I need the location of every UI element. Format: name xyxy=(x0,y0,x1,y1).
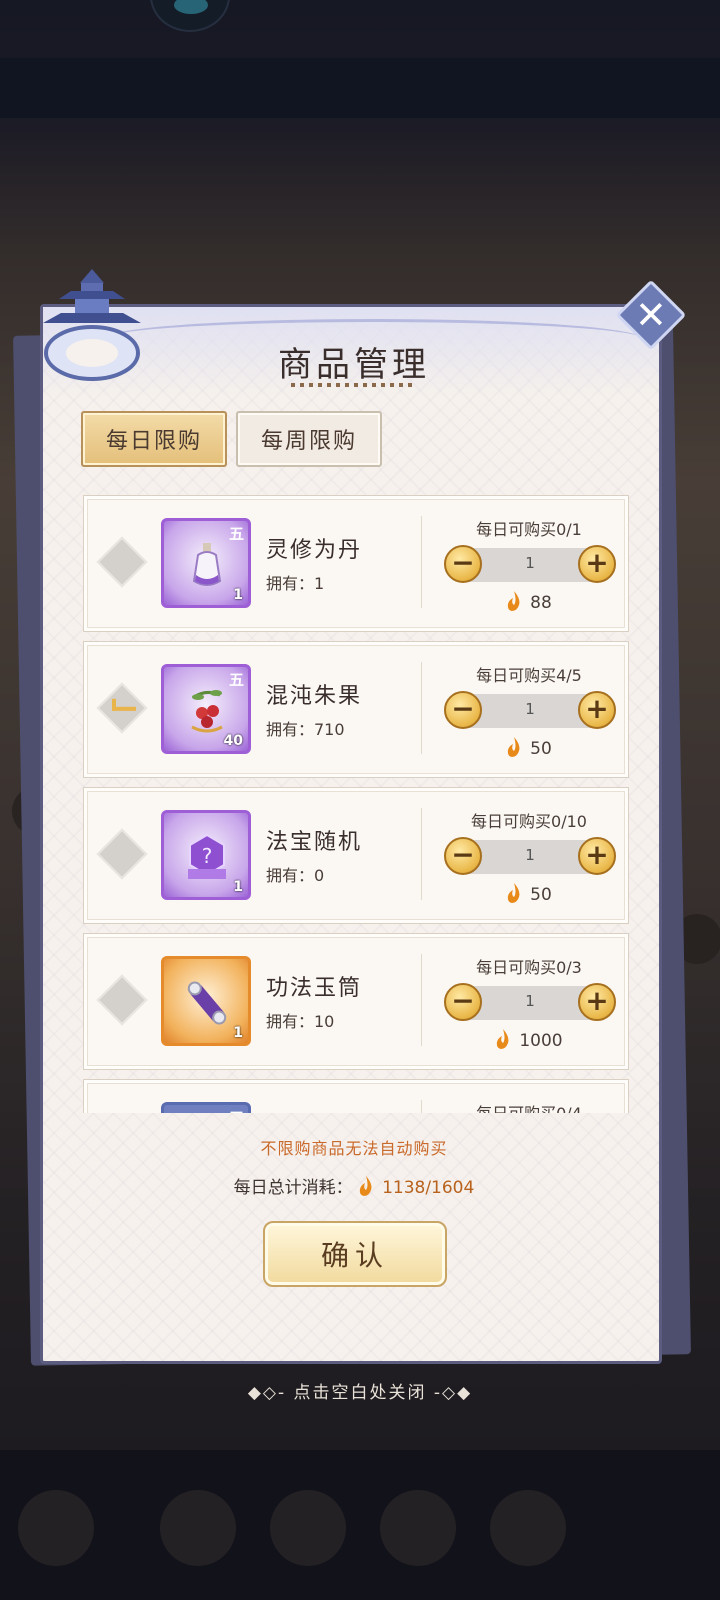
item-name: 功法玉筒 xyxy=(266,976,363,1001)
purchase-limit: 每日可购买0/10 xyxy=(471,812,587,831)
list-item: ? 1 法宝随机 拥有：0 每日可购买0/10 − 1 + 50 xyxy=(83,787,629,924)
item-icon-count: 1 xyxy=(233,879,243,895)
increase-button[interactable]: + xyxy=(578,983,616,1021)
item-icon-count: 1 xyxy=(233,587,243,603)
close-icon: ✕ xyxy=(635,293,667,337)
increase-button[interactable]: + xyxy=(578,837,616,875)
mystery-box-icon: ? 1 xyxy=(161,810,251,900)
price-value: 88 xyxy=(530,593,552,613)
row-divider xyxy=(421,1100,422,1113)
row-divider xyxy=(421,516,422,608)
title-underline-decoration xyxy=(291,383,417,387)
item-price: 50 xyxy=(429,736,629,759)
item-checkbox[interactable] xyxy=(96,536,148,588)
item-price: 88 xyxy=(429,590,629,613)
spirit-flame-currency-icon xyxy=(359,1176,372,1196)
decrease-button[interactable]: − xyxy=(444,983,482,1021)
decrease-button[interactable]: − xyxy=(444,837,482,875)
auto-buy-note: 不限购商品无法自动购买 xyxy=(260,1139,448,1158)
item-owned: 拥有：10 xyxy=(266,1012,335,1031)
spirit-flame-currency-icon xyxy=(508,883,520,903)
item-owned: 拥有：710 xyxy=(266,720,345,739)
item-grade: 五 xyxy=(228,525,244,543)
item-name: 法宝随机 xyxy=(266,830,363,855)
item-name: 混沌朱果 xyxy=(266,684,363,709)
spirit-flame-currency-icon xyxy=(508,591,520,611)
quantity-value: 1 xyxy=(525,554,535,572)
quantity-value: 1 xyxy=(525,992,535,1010)
list-item: 五 40 混沌朱果 拥有：710 每日可购买4/5 − 1 + 50 xyxy=(83,641,629,778)
price-value: 50 xyxy=(530,739,552,759)
quantity-value: 1 xyxy=(525,700,535,718)
dialog-title: 商品管理 xyxy=(278,345,430,385)
quantity-stepper: − 1 + xyxy=(444,545,616,583)
total-label: 每日总计消耗： xyxy=(233,1178,353,1198)
row-divider xyxy=(421,808,422,900)
confirm-button[interactable]: 确认 xyxy=(263,1221,447,1287)
purchase-limit: 每日可购买0/4 xyxy=(429,1100,629,1113)
item-list[interactable]: 五 1 灵修为丹 拥有：1 每日可购买0/1 − 1 + 88 五 40 混沌朱… xyxy=(83,495,629,1113)
item-checkbox[interactable] xyxy=(96,828,148,880)
price-value: 1000 xyxy=(519,1031,563,1051)
quantity-stepper: − 1 + xyxy=(444,983,616,1021)
purple-bottle-icon: 五 1 xyxy=(161,518,251,608)
spirit-flame-currency-icon xyxy=(508,737,520,757)
row-divider xyxy=(421,662,422,754)
list-item: 五 每日可购买0/4 xyxy=(83,1079,629,1113)
jade-scroll-icon: 1 xyxy=(161,956,251,1046)
item-grade: 五 xyxy=(229,1107,244,1113)
item-checkbox-checked[interactable] xyxy=(96,682,148,734)
item-price: 50 xyxy=(429,882,629,905)
item-icon-count: 1 xyxy=(233,1025,243,1041)
increase-button[interactable]: + xyxy=(578,545,616,583)
quantity-value: 1 xyxy=(525,846,535,864)
quantity-stepper: − 1 + xyxy=(444,837,616,875)
tab-weekly-limit[interactable]: 每周限购 xyxy=(236,411,382,467)
item-name: 灵修为丹 xyxy=(266,538,363,563)
red-fruit-icon: 五 40 xyxy=(161,664,251,754)
tap-blank-to-close-hint: ◆◇- 点击空白处关闭 -◇◆ xyxy=(247,1383,473,1403)
blue-item-icon: 五 xyxy=(161,1102,251,1113)
row-divider xyxy=(421,954,422,1046)
daily-total-cost: 每日总计消耗： 1138/1604 xyxy=(43,1173,665,1198)
goods-management-dialog: 商品管理 每日限购 每周限购 五 1 灵修为丹 拥有：1 每日可购买0/1 − … xyxy=(40,269,665,1364)
item-checkbox[interactable] xyxy=(96,974,148,1026)
decrease-button[interactable]: − xyxy=(444,545,482,583)
purchase-limit: 每日可购买0/3 xyxy=(476,958,582,977)
spirit-flame-currency-icon xyxy=(497,1029,509,1049)
item-price: 1000 xyxy=(429,1028,629,1051)
item-icon-count: 40 xyxy=(223,733,243,749)
decrease-button[interactable]: − xyxy=(444,691,482,729)
quantity-stepper: − 1 + xyxy=(444,691,616,729)
svg-text:?: ? xyxy=(202,844,213,868)
price-value: 50 xyxy=(530,885,552,905)
item-owned: 拥有：1 xyxy=(266,574,325,593)
tab-daily-limit[interactable]: 每日限购 xyxy=(81,411,227,467)
item-grade: 五 xyxy=(228,671,244,689)
list-item: 五 1 灵修为丹 拥有：1 每日可购买0/1 − 1 + 88 xyxy=(83,495,629,632)
purchase-limit: 每日可购买0/1 xyxy=(476,520,582,539)
list-item: 1 功法玉筒 拥有：10 每日可购买0/3 − 1 + 1000 xyxy=(83,933,629,1070)
purchase-limit: 每日可购买4/5 xyxy=(476,666,582,685)
item-owned: 拥有：0 xyxy=(266,866,325,885)
total-value: 1138/1604 xyxy=(382,1178,475,1198)
increase-button[interactable]: + xyxy=(578,691,616,729)
